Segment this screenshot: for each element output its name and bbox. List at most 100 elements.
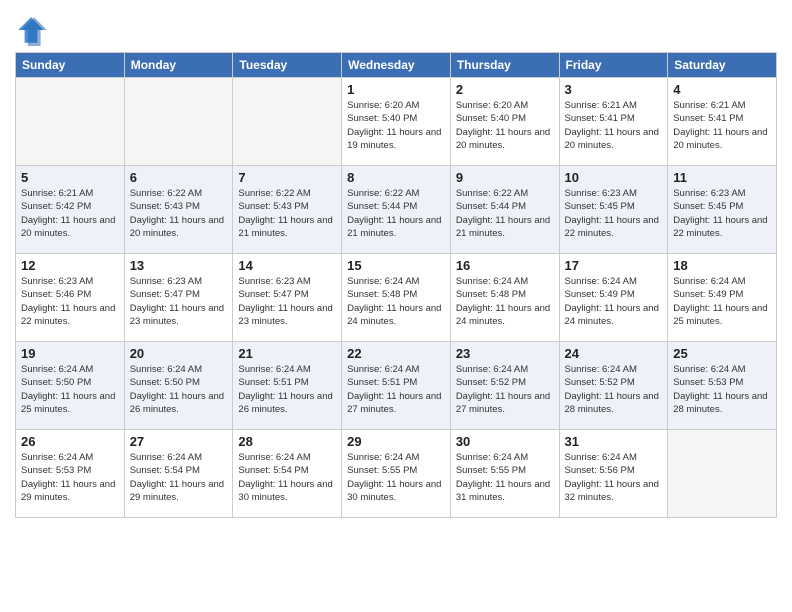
- calendar-cell: 10Sunrise: 6:23 AMSunset: 5:45 PMDayligh…: [559, 166, 668, 254]
- day-number: 28: [238, 434, 336, 449]
- day-info: Sunrise: 6:23 AMSunset: 5:47 PMDaylight:…: [130, 275, 228, 328]
- day-number: 15: [347, 258, 445, 273]
- calendar-cell: 24 Sunrise: 6:24 AMSunset: 5:52 PMDayligh…: [559, 342, 668, 430]
- calendar-week-1: 1 Sunrise: 6:20 AMSunset: 5:40 PMDaylight…: [16, 78, 777, 166]
- day-number: 21: [238, 346, 336, 361]
- day-info: Sunrise: 6:24 AMSunset: 5:53 PMDaylight:…: [673, 363, 771, 416]
- day-number: 8: [347, 170, 445, 185]
- calendar-header-wednesday: Wednesday: [342, 53, 451, 78]
- calendar-cell: 30 Sunrise: 6:24 AMSunset: 5:55 PMDayligh…: [450, 430, 559, 518]
- day-info: Sunrise: 6:22 AMSunset: 5:43 PMDaylight:…: [238, 187, 336, 240]
- day-info: Sunrise: 6:21 AMSunset: 5:42 PMDaylight:…: [21, 187, 119, 240]
- calendar-table: SundayMondayTuesdayWednesdayThursdayFrid…: [15, 52, 777, 518]
- calendar-cell: 14 Sunrise: 6:23 AMSunset: 5:47 PMDayligh…: [233, 254, 342, 342]
- calendar-cell: 28Sunrise: 6:24 AMSunset: 5:54 PMDayligh…: [233, 430, 342, 518]
- day-info: Sunrise: 6:24 AMSunset: 5:50 PMDaylight:…: [21, 363, 119, 416]
- day-number: 14: [238, 258, 336, 273]
- day-info: Sunrise: 6:24 AMSunset: 5:55 PMDaylight:…: [456, 451, 554, 504]
- day-number: 7: [238, 170, 336, 185]
- calendar-week-2: 5 Sunrise: 6:21 AMSunset: 5:42 PMDaylight…: [16, 166, 777, 254]
- day-number: 2: [456, 82, 554, 97]
- day-number: 4: [673, 82, 771, 97]
- day-info: Sunrise: 6:24 AMSunset: 5:49 PMDaylight:…: [673, 275, 771, 328]
- day-info: Sunrise: 6:22 AMSunset: 5:44 PMDaylight:…: [456, 187, 554, 240]
- day-number: 10: [565, 170, 663, 185]
- calendar-cell: 18 Sunrise: 6:24 AMSunset: 5:49 PMDayligh…: [668, 254, 777, 342]
- day-info: Sunrise: 6:23 AMSunset: 5:45 PMDaylight:…: [673, 187, 771, 240]
- day-number: 9: [456, 170, 554, 185]
- calendar-cell: 1 Sunrise: 6:20 AMSunset: 5:40 PMDaylight…: [342, 78, 451, 166]
- day-info: Sunrise: 6:23 AMSunset: 5:47 PMDaylight:…: [238, 275, 336, 328]
- calendar-cell: 27 Sunrise: 6:24 AMSunset: 5:54 PMDayligh…: [124, 430, 233, 518]
- calendar-cell: 9 Sunrise: 6:22 AMSunset: 5:44 PMDaylight…: [450, 166, 559, 254]
- calendar-header-saturday: Saturday: [668, 53, 777, 78]
- day-info: Sunrise: 6:22 AMSunset: 5:44 PMDaylight:…: [347, 187, 445, 240]
- calendar-cell: 23Sunrise: 6:24 AMSunset: 5:52 PMDayligh…: [450, 342, 559, 430]
- calendar-cell: 13Sunrise: 6:23 AMSunset: 5:47 PMDayligh…: [124, 254, 233, 342]
- day-number: 19: [21, 346, 119, 361]
- day-number: 5: [21, 170, 119, 185]
- day-info: Sunrise: 6:24 AMSunset: 5:49 PMDaylight:…: [565, 275, 663, 328]
- header: [15, 10, 777, 46]
- day-info: Sunrise: 6:24 AMSunset: 5:55 PMDaylight:…: [347, 451, 445, 504]
- calendar-week-4: 19 Sunrise: 6:24 AMSunset: 5:50 PMDayligh…: [16, 342, 777, 430]
- calendar-cell: 31Sunrise: 6:24 AMSunset: 5:56 PMDayligh…: [559, 430, 668, 518]
- calendar-cell: 3 Sunrise: 6:21 AMSunset: 5:41 PMDaylight…: [559, 78, 668, 166]
- calendar-header-friday: Friday: [559, 53, 668, 78]
- day-number: 25: [673, 346, 771, 361]
- calendar-cell: 21 Sunrise: 6:24 AMSunset: 5:51 PMDayligh…: [233, 342, 342, 430]
- day-number: 27: [130, 434, 228, 449]
- calendar-header-monday: Monday: [124, 53, 233, 78]
- logo: [15, 14, 51, 46]
- calendar-header-thursday: Thursday: [450, 53, 559, 78]
- calendar-cell: 19 Sunrise: 6:24 AMSunset: 5:50 PMDayligh…: [16, 342, 125, 430]
- day-info: Sunrise: 6:23 AMSunset: 5:46 PMDaylight:…: [21, 275, 119, 328]
- day-number: 1: [347, 82, 445, 97]
- day-info: Sunrise: 6:24 AMSunset: 5:51 PMDaylight:…: [238, 363, 336, 416]
- day-number: 3: [565, 82, 663, 97]
- day-info: Sunrise: 6:24 AMSunset: 5:50 PMDaylight:…: [130, 363, 228, 416]
- calendar-cell: [124, 78, 233, 166]
- day-number: 18: [673, 258, 771, 273]
- day-info: Sunrise: 6:24 AMSunset: 5:54 PMDaylight:…: [130, 451, 228, 504]
- calendar-cell: 15Sunrise: 6:24 AMSunset: 5:48 PMDayligh…: [342, 254, 451, 342]
- day-number: 29: [347, 434, 445, 449]
- calendar-cell: [668, 430, 777, 518]
- calendar-cell: 8 Sunrise: 6:22 AMSunset: 5:44 PMDaylight…: [342, 166, 451, 254]
- day-number: 20: [130, 346, 228, 361]
- calendar-cell: 20 Sunrise: 6:24 AMSunset: 5:50 PMDayligh…: [124, 342, 233, 430]
- day-info: Sunrise: 6:24 AMSunset: 5:53 PMDaylight:…: [21, 451, 119, 504]
- calendar-cell: [16, 78, 125, 166]
- day-number: 30: [456, 434, 554, 449]
- day-number: 17: [565, 258, 663, 273]
- day-info: Sunrise: 6:22 AMSunset: 5:43 PMDaylight:…: [130, 187, 228, 240]
- day-info: Sunrise: 6:24 AMSunset: 5:51 PMDaylight:…: [347, 363, 445, 416]
- day-number: 16: [456, 258, 554, 273]
- calendar-cell: 22 Sunrise: 6:24 AMSunset: 5:51 PMDayligh…: [342, 342, 451, 430]
- calendar-cell: 25 Sunrise: 6:24 AMSunset: 5:53 PMDayligh…: [668, 342, 777, 430]
- day-info: Sunrise: 6:24 AMSunset: 5:56 PMDaylight:…: [565, 451, 663, 504]
- calendar-cell: 17 Sunrise: 6:24 AMSunset: 5:49 PMDayligh…: [559, 254, 668, 342]
- day-info: Sunrise: 6:24 AMSunset: 5:48 PMDaylight:…: [456, 275, 554, 328]
- calendar-cell: 11 Sunrise: 6:23 AMSunset: 5:45 PMDayligh…: [668, 166, 777, 254]
- calendar-cell: [233, 78, 342, 166]
- calendar-cell: 6 Sunrise: 6:22 AMSunset: 5:43 PMDaylight…: [124, 166, 233, 254]
- day-number: 11: [673, 170, 771, 185]
- day-number: 6: [130, 170, 228, 185]
- calendar-cell: 26Sunrise: 6:24 AMSunset: 5:53 PMDayligh…: [16, 430, 125, 518]
- calendar-cell: 2Sunrise: 6:20 AMSunset: 5:40 PMDaylight…: [450, 78, 559, 166]
- calendar-cell: 5 Sunrise: 6:21 AMSunset: 5:42 PMDaylight…: [16, 166, 125, 254]
- day-info: Sunrise: 6:21 AMSunset: 5:41 PMDaylight:…: [565, 99, 663, 152]
- day-number: 12: [21, 258, 119, 273]
- calendar-cell: 16 Sunrise: 6:24 AMSunset: 5:48 PMDayligh…: [450, 254, 559, 342]
- day-info: Sunrise: 6:20 AMSunset: 5:40 PMDaylight:…: [347, 99, 445, 152]
- day-number: 22: [347, 346, 445, 361]
- day-info: Sunrise: 6:24 AMSunset: 5:52 PMDaylight:…: [565, 363, 663, 416]
- calendar-cell: 7 Sunrise: 6:22 AMSunset: 5:43 PMDaylight…: [233, 166, 342, 254]
- calendar-header-sunday: Sunday: [16, 53, 125, 78]
- day-number: 24: [565, 346, 663, 361]
- calendar-cell: 4 Sunrise: 6:21 AMSunset: 5:41 PMDaylight…: [668, 78, 777, 166]
- day-info: Sunrise: 6:21 AMSunset: 5:41 PMDaylight:…: [673, 99, 771, 152]
- logo-icon: [15, 14, 47, 46]
- calendar-week-5: 26Sunrise: 6:24 AMSunset: 5:53 PMDayligh…: [16, 430, 777, 518]
